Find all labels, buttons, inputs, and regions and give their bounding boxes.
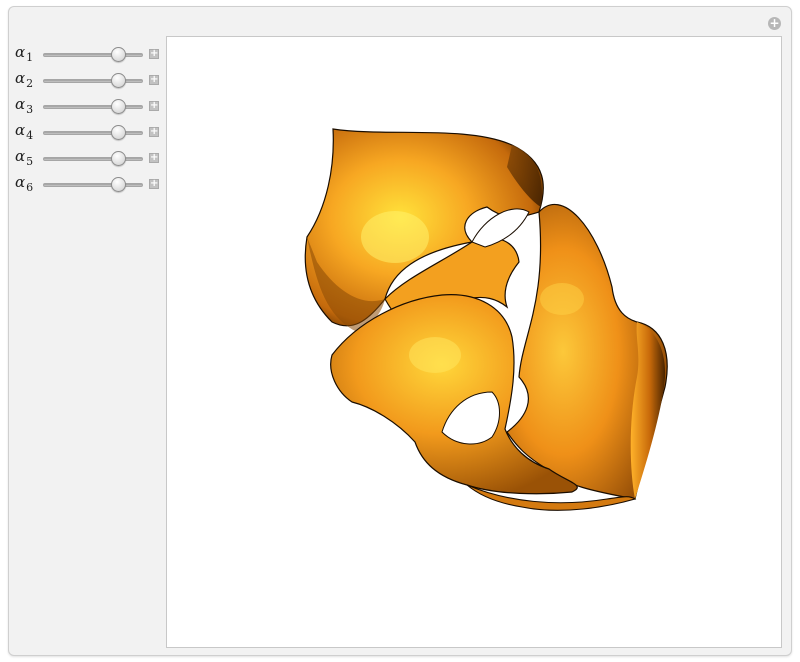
alpha-5-slider[interactable] [43, 151, 143, 167]
surface-hole-upper [471, 208, 530, 248]
plus-square-icon[interactable]: + [149, 101, 159, 111]
alpha-index: 1 [26, 51, 34, 64]
control-panel: α1 + α2 + α3 + α4 + α5 + α6 + [15, 41, 165, 197]
control-row-alpha-1: α1 + [15, 41, 165, 67]
alpha-symbol: α [15, 43, 26, 61]
slider-thumb[interactable] [111, 177, 126, 192]
control-row-alpha-5: α5 + [15, 145, 165, 171]
slider-thumb[interactable] [111, 151, 126, 166]
plus-square-icon[interactable]: + [149, 153, 159, 163]
alpha-2-slider[interactable] [43, 73, 143, 89]
alpha-3-slider[interactable] [43, 99, 143, 115]
alpha-index: 6 [26, 181, 34, 194]
surface-graphic [304, 128, 668, 511]
alpha-symbol: α [15, 121, 26, 139]
surface-highlight [409, 337, 461, 373]
plus-circle-icon[interactable]: + [768, 17, 781, 30]
control-label: α1 [15, 43, 41, 64]
alpha-6-slider[interactable] [43, 177, 143, 193]
slider-track[interactable] [43, 131, 143, 135]
slider-track[interactable] [43, 157, 143, 161]
alpha-symbol: α [15, 173, 26, 191]
alpha-4-slider[interactable] [43, 125, 143, 141]
alpha-index: 3 [26, 103, 34, 116]
slider-thumb[interactable] [111, 99, 126, 114]
graphics-3d-viewport[interactable] [166, 36, 782, 648]
slider-thumb[interactable] [111, 73, 126, 88]
control-row-alpha-3: α3 + [15, 93, 165, 119]
alpha-index: 2 [26, 77, 34, 90]
control-label: α3 [15, 95, 41, 116]
control-row-alpha-6: α6 + [15, 171, 165, 197]
surface-highlight [361, 211, 429, 263]
alpha-symbol: α [15, 69, 26, 87]
plus-square-icon[interactable]: + [149, 49, 159, 59]
control-row-alpha-2: α2 + [15, 67, 165, 93]
slider-track[interactable] [43, 105, 143, 109]
alpha-index: 5 [26, 155, 34, 168]
plus-square-icon[interactable]: + [149, 127, 159, 137]
surface-highlight [540, 283, 584, 315]
control-label: α4 [15, 121, 41, 142]
slider-track[interactable] [43, 79, 143, 83]
slider-track[interactable] [43, 183, 143, 187]
plus-square-icon[interactable]: + [149, 75, 159, 85]
control-label: α6 [15, 173, 41, 194]
alpha-1-slider[interactable] [43, 47, 143, 63]
manipulate-panel: + α1 + α2 + α3 + α4 + α5 + α6 + [8, 6, 792, 656]
slider-thumb[interactable] [111, 125, 126, 140]
control-row-alpha-4: α4 + [15, 119, 165, 145]
control-label: α2 [15, 69, 41, 90]
alpha-symbol: α [15, 147, 26, 165]
control-label: α5 [15, 147, 41, 168]
slider-thumb[interactable] [111, 47, 126, 62]
alpha-symbol: α [15, 95, 26, 113]
slider-track[interactable] [43, 53, 143, 57]
alpha-index: 4 [26, 129, 34, 142]
plus-square-icon[interactable]: + [149, 179, 159, 189]
